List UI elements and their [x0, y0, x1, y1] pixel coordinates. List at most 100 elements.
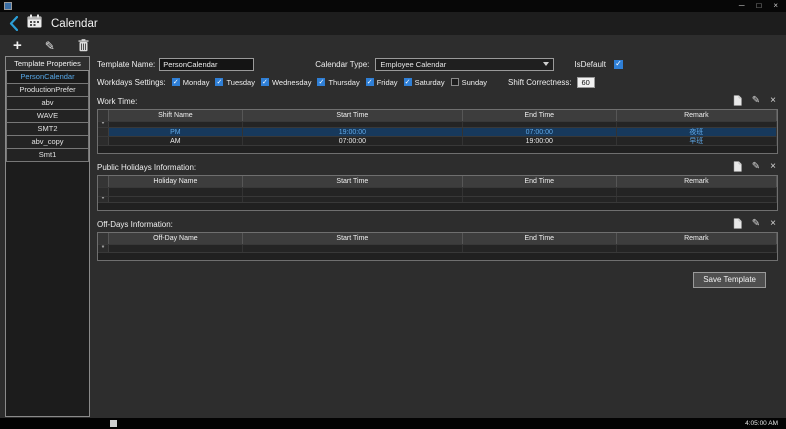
sidebar-item-personcalendar[interactable]: PersonCalendar [6, 71, 89, 84]
export-icon[interactable] [733, 95, 742, 106]
table-cell [463, 197, 617, 202]
table-cell [243, 245, 463, 252]
calendar-type-select[interactable]: Employee Calendar [375, 58, 554, 71]
close-button[interactable]: × [773, 0, 778, 12]
start-time-cell[interactable]: 19:00:00 [243, 128, 463, 136]
column-header[interactable]: Shift Name [109, 110, 243, 121]
workday-tuesday[interactable]: ✓ Tuesday [215, 78, 255, 87]
sidebar-item-abv[interactable]: abv [6, 97, 89, 110]
clear-icon[interactable]: × [770, 96, 776, 106]
column-header[interactable]: End Time [463, 110, 617, 121]
calendar-type-value: Employee Calendar [380, 60, 446, 69]
table-row[interactable]: PM 19:00:00 07:00:00 夜班 [98, 127, 777, 136]
sidebar-item-smt2[interactable]: SMT2 [6, 123, 89, 136]
end-time-cell[interactable]: 19:00:00 [463, 137, 617, 145]
edit-icon[interactable]: ✎ [752, 219, 760, 229]
delete-template-button[interactable] [78, 39, 89, 52]
workday-monday[interactable]: ✓ Monday [172, 78, 210, 87]
sidebar-item-smt1[interactable]: Smt1 [6, 149, 89, 162]
column-header[interactable]: Holiday Name [109, 176, 243, 187]
shift-name-cell[interactable]: PM [109, 128, 243, 136]
table-cell [243, 122, 463, 127]
checkbox-checked-icon[interactable]: ✓ [215, 78, 223, 86]
export-icon[interactable] [733, 161, 742, 172]
workday-thursday[interactable]: ✓ Thursday [317, 78, 359, 87]
clear-icon[interactable]: × [770, 162, 776, 172]
shift-name-cell[interactable]: AM [109, 137, 243, 145]
column-header[interactable]: End Time [463, 233, 617, 244]
workday-label: Thursday [328, 78, 359, 87]
new-row-placeholder[interactable]: * [98, 121, 777, 127]
isdefault-label: IsDefault [574, 60, 606, 69]
sidebar-item-productionprefer[interactable]: ProductionPrefer [6, 84, 89, 97]
column-header[interactable]: Off-Day Name [109, 233, 243, 244]
table-cell [617, 197, 777, 202]
minimize-button[interactable]: ─ [739, 0, 745, 12]
workday-saturday[interactable]: ✓ Saturday [404, 78, 445, 87]
clear-icon[interactable]: × [770, 219, 776, 229]
taskbar[interactable]: 4:05:00 AM [0, 418, 786, 429]
column-header[interactable]: Start Time [243, 110, 463, 121]
off-days-actions: ✎ × [733, 218, 778, 229]
export-icon[interactable] [733, 218, 742, 229]
new-row-marker: * [98, 197, 109, 202]
toolbar: + ✎ [13, 37, 89, 54]
template-name-input[interactable] [159, 58, 254, 71]
edit-icon[interactable]: ✎ [752, 162, 760, 172]
column-header[interactable]: Start Time [243, 176, 463, 187]
column-header[interactable]: Remark [617, 110, 777, 121]
workday-label: Tuesday [226, 78, 255, 87]
add-template-button[interactable]: + [13, 38, 22, 53]
workday-wednesday[interactable]: ✓ Wednesday [261, 78, 311, 87]
table-header-row: Shift Name Start Time End Time Remark [98, 110, 777, 121]
new-row-placeholder[interactable]: * [98, 244, 777, 252]
sidebar-title: Template Properties [6, 57, 89, 71]
table-cell [617, 122, 777, 127]
work-time-label: Work Time: [97, 97, 137, 106]
table-empty-area [98, 145, 777, 153]
table-header-row: Holiday Name Start Time End Time Remark [98, 176, 777, 187]
taskbar-clock: 4:05:00 AM [745, 420, 786, 427]
shift-correctness-label: Shift Correctness: [508, 78, 572, 87]
shift-correctness-input[interactable] [577, 77, 595, 88]
row-header-gutter [98, 233, 109, 244]
table-cell [463, 245, 617, 252]
new-row-marker: * [98, 245, 109, 252]
edit-template-button[interactable]: ✎ [45, 40, 55, 52]
page-title: Calendar [51, 18, 98, 30]
template-name-label: Template Name: [97, 60, 155, 69]
column-header[interactable]: Remark [617, 233, 777, 244]
checkbox-unchecked-icon[interactable] [451, 78, 459, 86]
end-time-cell[interactable]: 07:00:00 [463, 128, 617, 136]
table-cell [463, 122, 617, 127]
checkbox-checked-icon[interactable]: ✓ [261, 78, 269, 86]
off-days-section-bar: Off-Days Information: ✎ × [97, 217, 778, 229]
maximize-button[interactable]: □ [756, 0, 761, 12]
start-time-cell[interactable]: 07:00:00 [243, 137, 463, 145]
edit-icon[interactable]: ✎ [752, 96, 760, 106]
workday-sunday[interactable]: Sunday [451, 78, 487, 87]
titlebar: ─ □ × [0, 0, 786, 12]
column-header[interactable]: End Time [463, 176, 617, 187]
checkbox-checked-icon[interactable]: ✓ [317, 78, 325, 86]
new-row-placeholder[interactable]: * [98, 196, 777, 202]
taskbar-app-icon[interactable] [110, 420, 117, 427]
app-icon [4, 2, 12, 10]
table-cell [617, 188, 777, 196]
sidebar-item-wave[interactable]: WAVE [6, 110, 89, 123]
checkbox-checked-icon[interactable]: ✓ [404, 78, 412, 86]
workday-friday[interactable]: ✓ Friday [366, 78, 398, 87]
column-header[interactable]: Remark [617, 176, 777, 187]
table-row[interactable] [98, 187, 777, 196]
remark-cell[interactable]: 夜班 [617, 128, 777, 136]
remark-cell[interactable]: 早班 [617, 137, 777, 145]
checkbox-checked-icon[interactable]: ✓ [172, 78, 180, 86]
table-row[interactable]: AM 07:00:00 19:00:00 早班 [98, 136, 777, 145]
column-header[interactable]: Start Time [243, 233, 463, 244]
back-button[interactable] [9, 16, 18, 31]
isdefault-checkbox[interactable]: ✓ [614, 60, 623, 69]
save-template-button[interactable]: Save Template [693, 272, 766, 288]
work-time-actions: ✎ × [733, 95, 778, 106]
checkbox-checked-icon[interactable]: ✓ [366, 78, 374, 86]
sidebar-item-abv-copy[interactable]: abv_copy [6, 136, 89, 149]
